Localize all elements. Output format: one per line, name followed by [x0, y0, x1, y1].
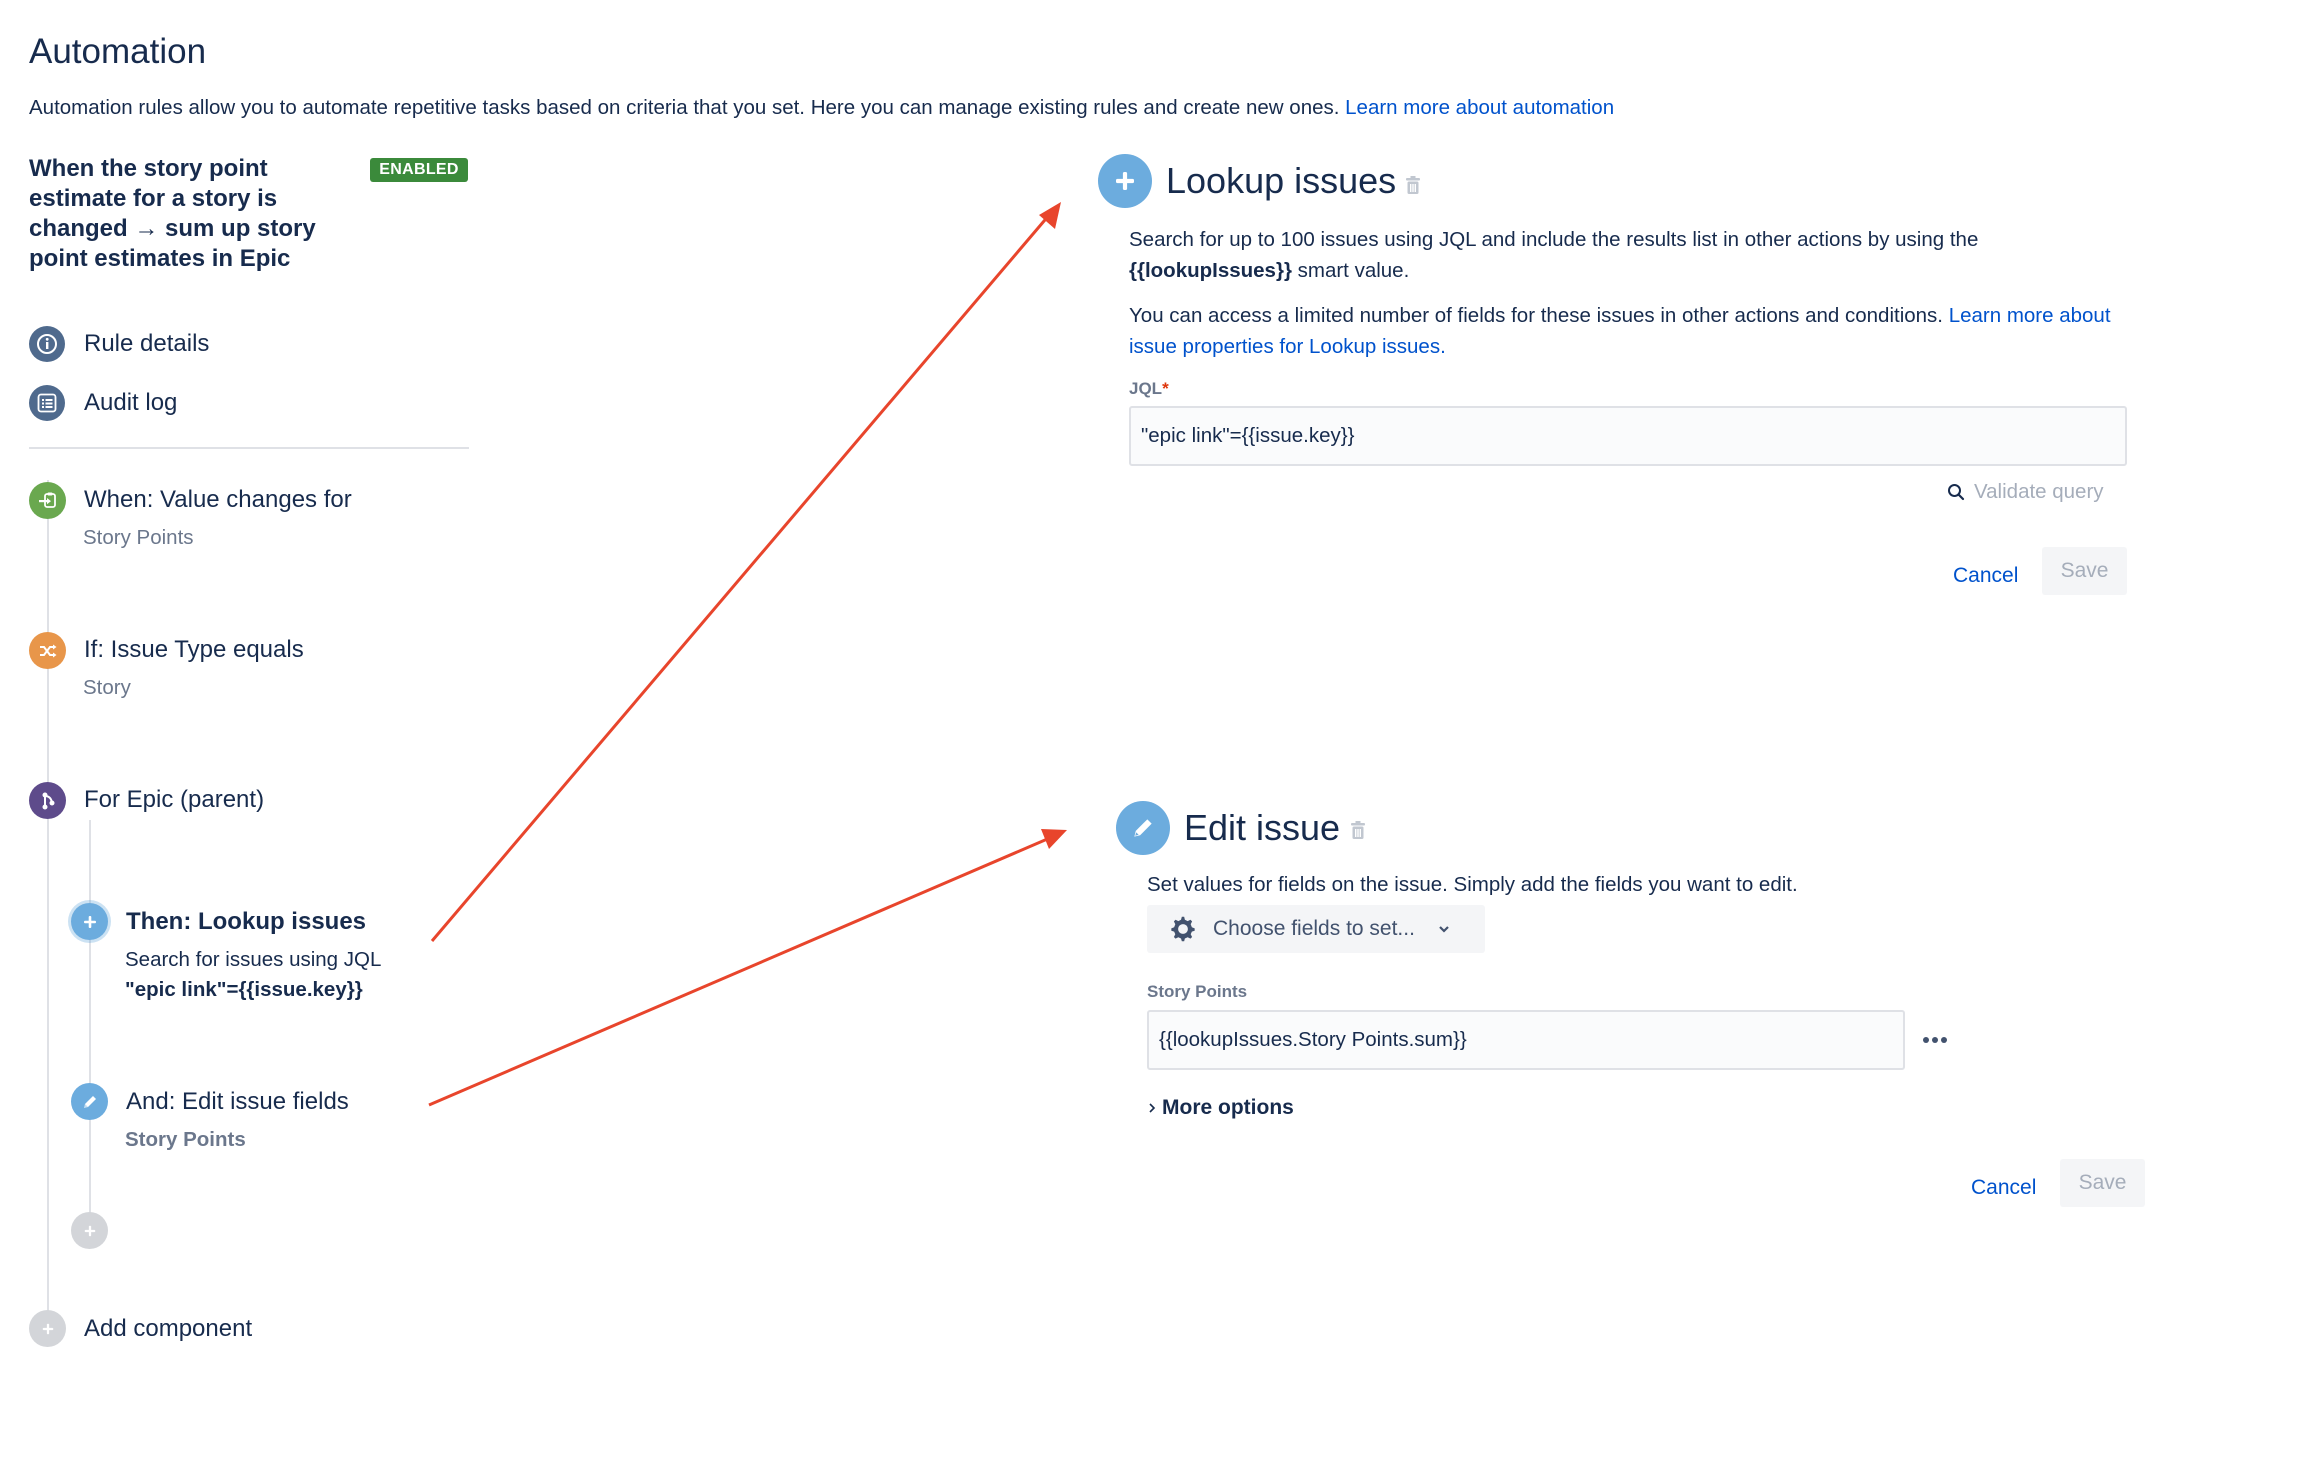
annotation-arrows: [428, 202, 1067, 1107]
annotation-arrow-lookup: [430, 213, 1052, 942]
annotation-arrow-edit: [428, 835, 1053, 1107]
